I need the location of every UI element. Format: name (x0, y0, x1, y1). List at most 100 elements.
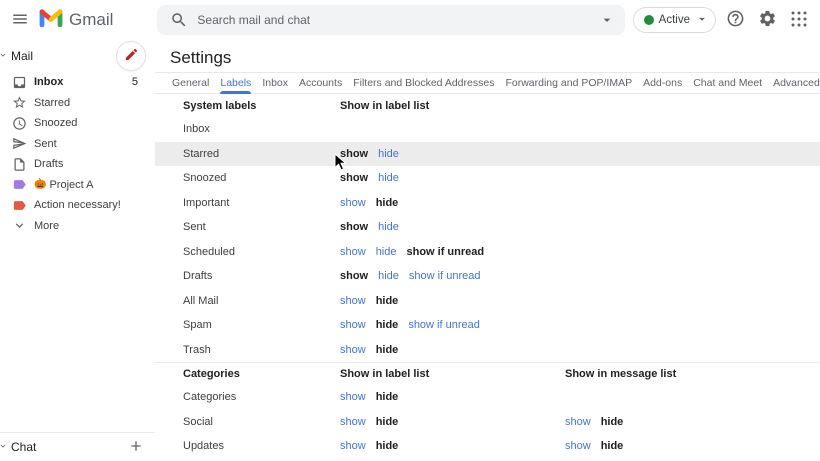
column-header-system-labels: System labels (183, 100, 340, 112)
show-option-link[interactable]: show (340, 197, 366, 209)
column-header-categories: Categories (183, 368, 340, 380)
label-name: Inbox (183, 123, 340, 135)
tab-filters-and-blocked-addresses[interactable]: Filters and Blocked Addresses (353, 73, 494, 93)
help-button[interactable] (722, 7, 748, 33)
page-title: Settings (155, 40, 820, 72)
chevron-down-icon (12, 218, 27, 233)
new-chat-button[interactable] (123, 434, 149, 460)
show-if-unread-option-link[interactable]: show if unread (408, 319, 480, 331)
options-cell: show hide (340, 197, 565, 209)
apps-button[interactable] (786, 7, 812, 33)
top-bar-actions: Active (633, 7, 812, 33)
search-bar[interactable] (157, 5, 625, 35)
status-selector[interactable]: Active (633, 7, 716, 33)
label-name: Important (183, 197, 340, 209)
tab-inbox[interactable]: Inbox (262, 73, 288, 93)
sidebar-item-drafts[interactable]: Drafts (0, 154, 155, 175)
tab-forwarding-and-pop-imap[interactable]: Forwarding and POP/IMAP (505, 73, 632, 93)
hide-option-link[interactable]: hide (376, 246, 397, 258)
label-row-snoozed: Snoozedshowhide (155, 166, 820, 191)
tab-advanced[interactable]: Advanced (773, 73, 820, 93)
options-cell: showhide (340, 172, 565, 184)
help-icon (726, 9, 745, 31)
show-option-selected: show (340, 148, 368, 160)
sidebar-item-sent[interactable]: Sent (0, 134, 155, 155)
options-cell: showhide (565, 440, 623, 452)
label-name: All Mail (183, 295, 340, 307)
search-options-caret-icon[interactable] (599, 12, 615, 33)
show-option-link[interactable]: show (340, 319, 366, 331)
hide-option-selected: hide (376, 391, 399, 403)
sidebar-item-snoozed[interactable]: Snoozed (0, 113, 155, 134)
column-header-show-in-message-list: Show in message list (565, 368, 676, 380)
label-row-categories: Categoriesshowhide (155, 385, 820, 410)
settings-tabs: General Labels Inbox Accounts Filters and Bl… (155, 72, 820, 94)
show-option-link[interactable]: show (340, 391, 366, 403)
tab-labels[interactable]: Labels (220, 73, 251, 93)
show-if-unread-option-link[interactable]: show if unread (409, 270, 481, 282)
show-option-link[interactable]: show (340, 246, 366, 258)
chevron-down-icon (0, 438, 8, 456)
tab-chat-and-meet[interactable]: Chat and Meet (693, 73, 762, 93)
chevron-down-icon (0, 47, 8, 65)
gmail-app: Gmail Active (0, 0, 820, 461)
show-option-link[interactable]: show (340, 416, 366, 428)
chevron-down-icon (695, 12, 709, 29)
show-option-link[interactable]: show (565, 440, 591, 452)
sidebar-item-inbox[interactable]: Inbox 5 (0, 72, 155, 93)
show-if-unread-option-selected: show if unread (406, 246, 484, 258)
label-name: Trash (183, 344, 340, 356)
options-cell: showhide (340, 440, 565, 452)
show-option-link[interactable]: show (340, 295, 366, 307)
labels-table: System labelsShow in label listInboxStar… (155, 94, 820, 459)
tab-general[interactable]: General (172, 73, 209, 93)
label-row-starred: Starredshowhide (155, 142, 820, 167)
top-bar: Gmail Active (0, 0, 820, 40)
inbox-count: 5 (132, 76, 138, 88)
compose-button[interactable] (116, 41, 146, 71)
hide-option-selected: hide (376, 197, 399, 209)
hide-option-link[interactable]: hide (378, 270, 399, 282)
mail-section-header[interactable]: Mail (0, 43, 155, 69)
hide-option-link[interactable]: hide (378, 221, 399, 233)
chat-section-header[interactable]: Chat (0, 432, 155, 461)
gmail-m-icon (39, 8, 63, 32)
label-row-spam: Spamshowhideshow if unread (155, 313, 820, 338)
label-icon (12, 198, 27, 213)
sidebar-item-action-necessary[interactable]: Action necessary! (0, 195, 155, 216)
send-icon (12, 136, 27, 151)
label-row-social: Socialshowhideshowhide (155, 410, 820, 435)
options-cell: showhideshow if unread (340, 270, 565, 282)
sidebar-item-more[interactable]: More (0, 216, 155, 237)
column-header-show-in-label-list: Show in label list (340, 368, 565, 380)
clock-icon (12, 116, 27, 131)
label-row-sent: Sentshowhide (155, 215, 820, 240)
label-name: Spam (183, 319, 340, 331)
show-option-link[interactable]: show (340, 440, 366, 452)
label-row-trash: Trashshowhide (155, 338, 820, 363)
sidebar-item-starred[interactable]: Starred (0, 93, 155, 114)
tab-add-ons[interactable]: Add-ons (643, 73, 682, 93)
label-row-important: Importantshow hide (155, 191, 820, 216)
file-icon (12, 157, 27, 172)
label-name: Drafts (183, 270, 340, 282)
star-icon (12, 95, 27, 110)
hide-option-link[interactable]: hide (378, 148, 399, 160)
column-header-show-in-label-list: Show in label list (340, 100, 565, 112)
search-icon (170, 11, 188, 34)
label-name: Sent (183, 221, 340, 233)
pumpkin-emoji: 🎃 (34, 179, 46, 190)
chat-section-label: Chat (11, 440, 36, 454)
menu-button[interactable] (7, 7, 33, 33)
tab-accounts[interactable]: Accounts (299, 73, 342, 93)
show-option-link[interactable]: show (565, 416, 591, 428)
label-name: Updates (183, 440, 340, 452)
show-option-link[interactable]: show (340, 344, 366, 356)
hide-option-link[interactable]: hide (378, 172, 399, 184)
sidebar-item-project-a[interactable]: 🎃 Project A (0, 175, 155, 196)
search-input[interactable] (197, 13, 591, 27)
settings-button[interactable] (754, 7, 780, 33)
options-cell: showhideshow if unread (340, 319, 565, 331)
options-cell: showhide (340, 221, 565, 233)
hide-option-selected: hide (376, 295, 399, 307)
